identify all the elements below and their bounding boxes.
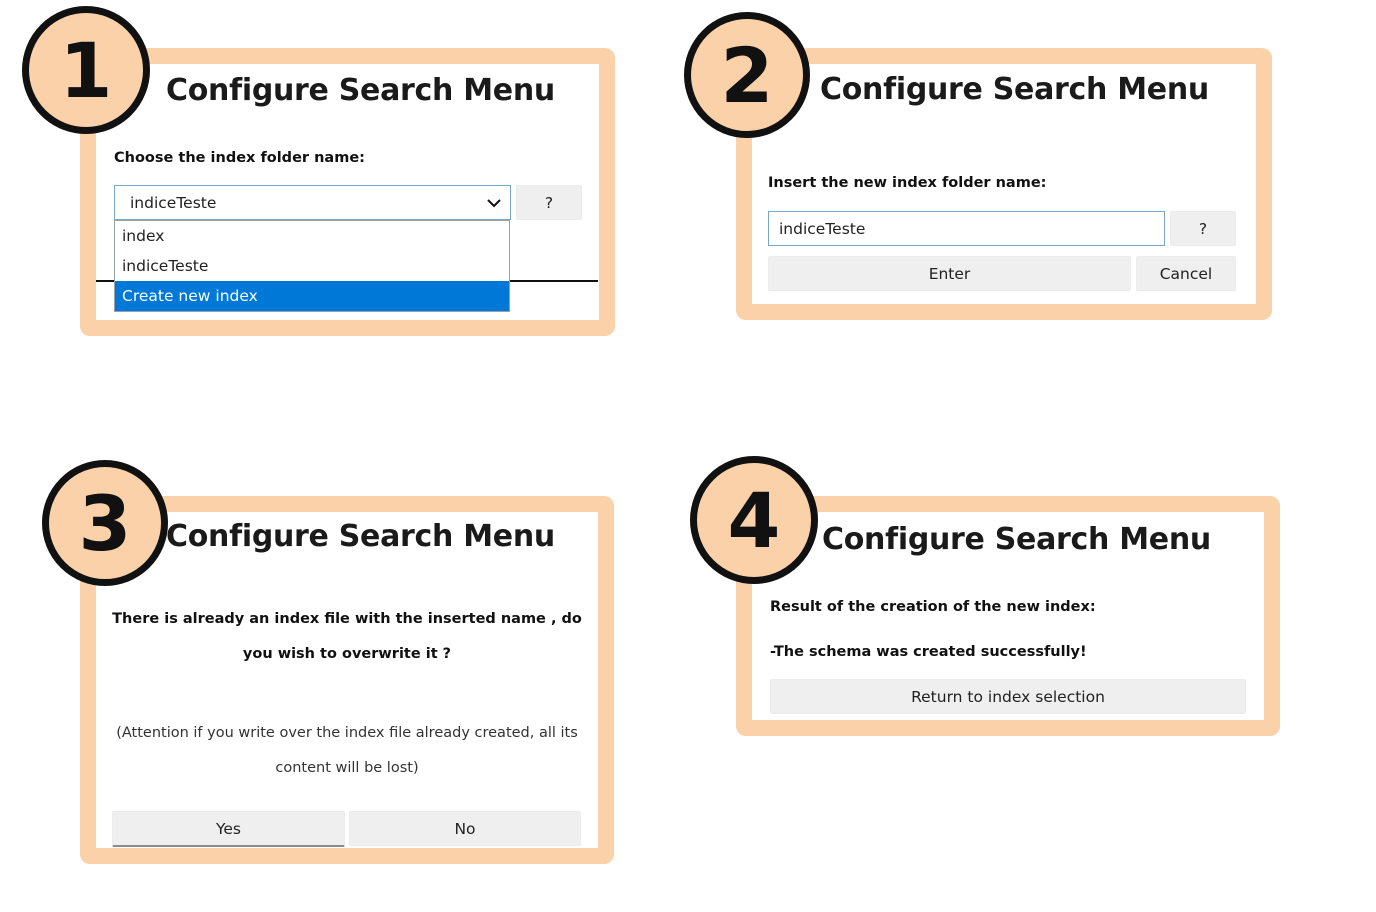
index-folder-dropdown-list: index indiceTeste Create new index <box>114 220 510 312</box>
overwrite-question-line-1: There is already an index file with the … <box>112 611 582 627</box>
index-folder-label: Choose the index folder name: <box>114 150 365 166</box>
step-1-badge: 1 <box>22 6 150 134</box>
panel-3-title: Configure Search Menu <box>166 519 555 554</box>
step-4-number: 4 <box>727 475 781 565</box>
overwrite-warning-line-1: (Attention if you write over the index f… <box>116 725 578 741</box>
step-4-badge: 4 <box>690 456 818 584</box>
index-folder-select-value: indiceTeste <box>130 193 217 212</box>
panel-4-title: Configure Search Menu <box>822 522 1211 557</box>
panel-1-title: Configure Search Menu <box>166 73 555 108</box>
step-2-badge: 2 <box>684 12 810 138</box>
cancel-button[interactable]: Cancel <box>1136 256 1236 291</box>
step-3-number: 3 <box>78 478 132 568</box>
dropdown-option-index[interactable]: index <box>115 221 509 251</box>
new-index-folder-input-value: indiceTeste <box>779 219 866 238</box>
return-to-index-selection-button[interactable]: Return to index selection <box>770 679 1246 714</box>
step-1-number: 1 <box>59 25 113 115</box>
dropdown-option-create-new-index[interactable]: Create new index <box>115 281 509 311</box>
enter-button[interactable]: Enter <box>768 256 1131 291</box>
step-3-badge: 3 <box>42 460 168 586</box>
new-index-folder-label: Insert the new index folder name: <box>768 175 1047 191</box>
new-index-folder-input[interactable]: indiceTeste <box>768 211 1165 246</box>
help-button[interactable]: ? <box>1170 211 1236 246</box>
yes-button[interactable]: Yes <box>112 811 345 847</box>
help-button[interactable]: ? <box>516 185 582 220</box>
creation-result-label: Result of the creation of the new index: <box>770 599 1096 615</box>
overwrite-warning-line-2: content will be lost) <box>275 760 419 776</box>
step-2-number: 2 <box>720 30 774 120</box>
chevron-down-icon <box>486 195 502 211</box>
no-button[interactable]: No <box>349 811 581 846</box>
panel-2-title: Configure Search Menu <box>820 72 1209 107</box>
index-folder-select[interactable]: indiceTeste <box>114 185 511 220</box>
creation-result-message: -The schema was created successfully! <box>770 644 1087 660</box>
dropdown-option-indiceteste[interactable]: indiceTeste <box>115 251 509 281</box>
overwrite-question-line-2: you wish to overwrite it ? <box>242 646 452 662</box>
